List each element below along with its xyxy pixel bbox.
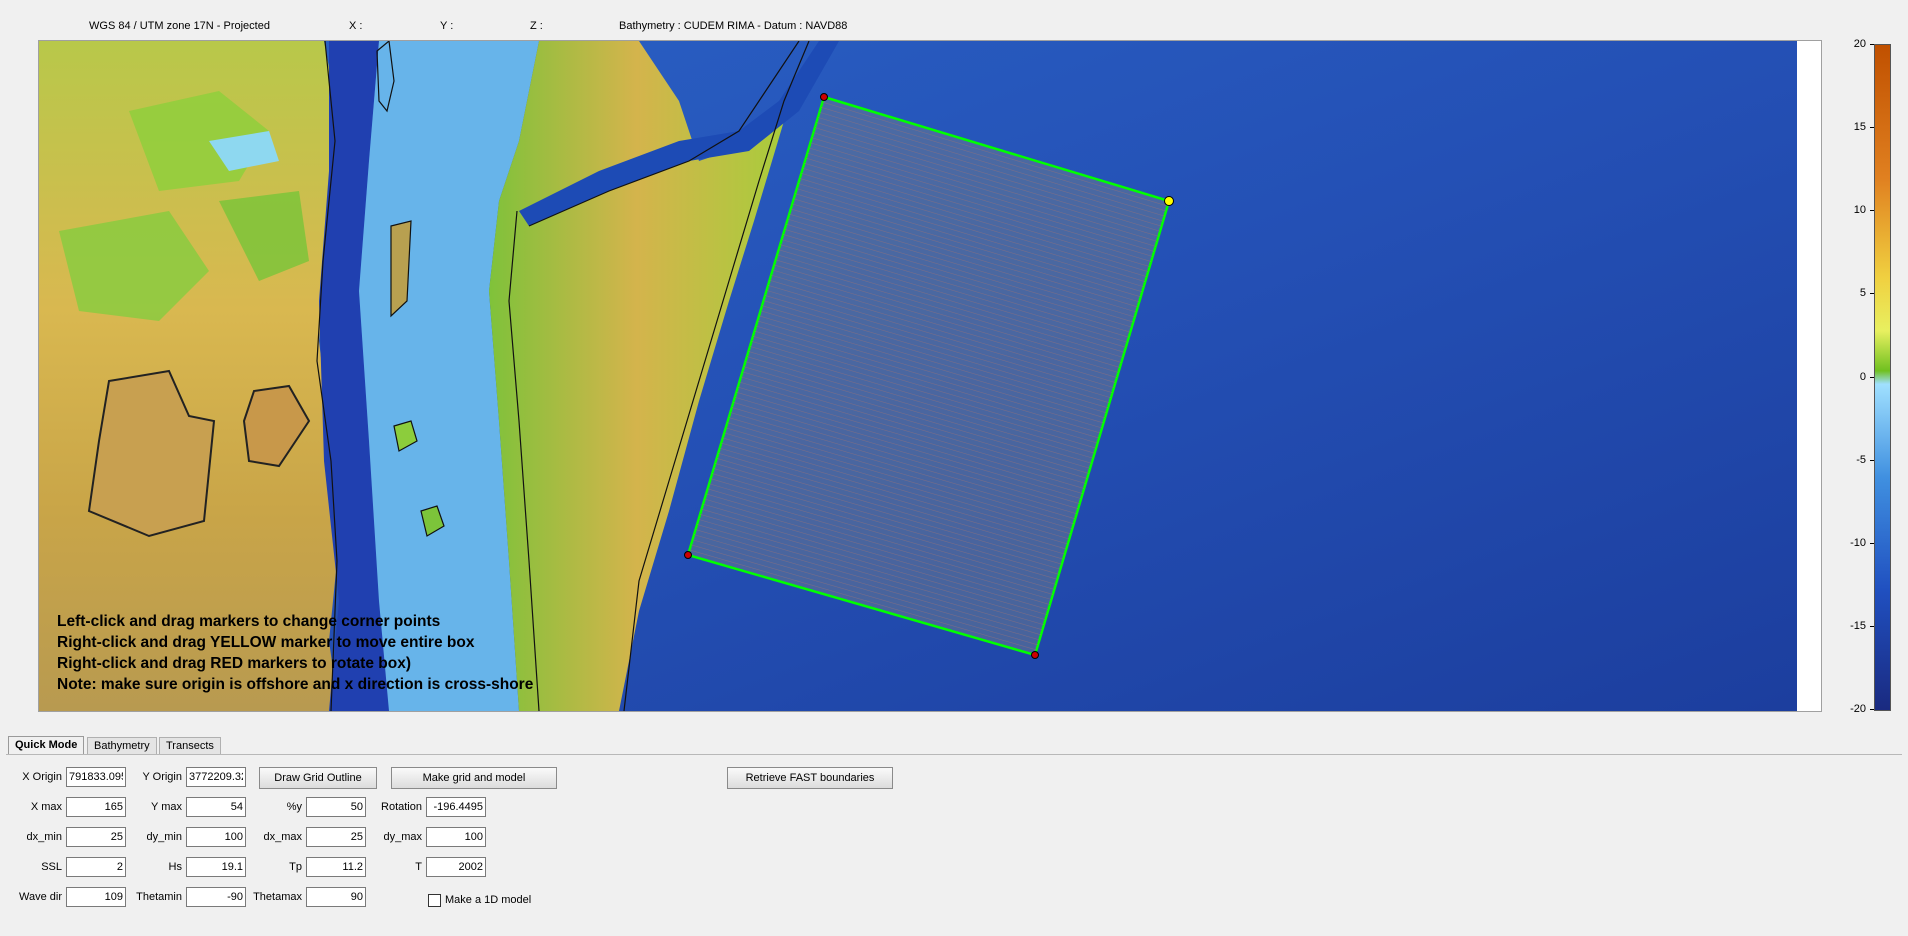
y-origin-input[interactable] (186, 767, 246, 787)
colorbar-tick-mark (1870, 459, 1874, 461)
colorbar-tick-label: 20 (1853, 38, 1866, 50)
t-input[interactable] (426, 857, 486, 877)
colorbar-tick-label: 5 (1859, 287, 1866, 300)
colorbar-tick-label: -10 (1850, 536, 1866, 549)
thetamax-input[interactable] (306, 887, 366, 907)
colorbar-tick-label: -20 (1850, 703, 1866, 715)
x-origin-input[interactable] (66, 767, 126, 787)
colorbar-tick-label: 15 (1853, 121, 1866, 134)
colorbar-tick-mark (1870, 127, 1874, 129)
dy-min-input[interactable] (186, 827, 246, 847)
thetamin-label: Thetamin (136, 891, 182, 903)
make-1d-model-label: Make a 1D model (445, 894, 532, 906)
yellow-origin-marker[interactable] (1164, 196, 1174, 206)
retrieve-fast-boundaries-button[interactable]: Retrieve FAST boundaries (727, 767, 893, 789)
rotation-input[interactable] (426, 797, 486, 817)
wave-dir-input[interactable] (66, 887, 126, 907)
colorbar-tick-mark (1870, 709, 1874, 710)
tab-transects[interactable]: Transects (159, 737, 221, 754)
tp-label: Tp (289, 861, 302, 873)
x-max-input[interactable] (66, 797, 126, 817)
pct-y-input[interactable] (306, 797, 366, 817)
thetamax-label: Thetamax (253, 891, 302, 903)
red-marker-bottom[interactable] (1031, 651, 1039, 659)
colorbar-tick-mark (1870, 44, 1874, 45)
y-coordinate-label: Y : (440, 20, 454, 32)
y-max-input[interactable] (186, 797, 246, 817)
colorbar-tick-mark (1870, 293, 1874, 295)
wave-dir-label: Wave dir (19, 891, 62, 903)
hs-label: Hs (168, 861, 182, 873)
map-canvas[interactable] (39, 41, 1797, 711)
dy-max-label: dy_max (383, 831, 422, 843)
x-max-label: X max (30, 801, 62, 813)
x-coordinate-label: X : (349, 20, 363, 32)
x-origin-label: X Origin (22, 771, 62, 783)
bathymetry-datum-label: Bathymetry : CUDEM RIMA - Datum : NAVD88 (619, 20, 848, 32)
colorbar-tick-label: 10 (1853, 204, 1866, 217)
projection-label: WGS 84 / UTM zone 17N - Projected (89, 20, 270, 32)
colorbar-tick-label: 0 (1859, 370, 1866, 383)
dx-min-label: dx_min (26, 831, 62, 843)
dx-max-input[interactable] (306, 827, 366, 847)
instruction-line: Right-click and drag YELLOW marker to mo… (57, 634, 475, 651)
colorbar-tick-mark (1870, 542, 1874, 544)
dx-max-label: dx_max (263, 831, 302, 843)
make-grid-and-model-button[interactable]: Make grid and model (391, 767, 557, 789)
instruction-line: Left-click and drag markers to change co… (57, 613, 441, 630)
tp-input[interactable] (306, 857, 366, 877)
z-coordinate-label: Z : (530, 20, 543, 32)
colorbar-tick-mark (1870, 625, 1874, 627)
colorbar-tick-label: -5 (1856, 453, 1866, 466)
t-label: T (415, 861, 422, 873)
tab-bathymetry[interactable]: Bathymetry (87, 737, 157, 754)
rotation-label: Rotation (381, 801, 422, 813)
thetamin-input[interactable] (186, 887, 246, 907)
colorbar-tick-mark (1870, 376, 1874, 378)
colorbar-tick-mark (1870, 210, 1874, 212)
dy-max-input[interactable] (426, 827, 486, 847)
red-marker-top[interactable] (820, 93, 828, 101)
instruction-line: Right-click and drag RED markers to rota… (57, 655, 411, 672)
make-1d-model-checkbox[interactable] (428, 894, 441, 907)
ssl-input[interactable] (66, 857, 126, 877)
pct-y-label: %y (286, 801, 302, 813)
tab-quick-mode[interactable]: Quick Mode (8, 736, 85, 755)
y-origin-label: Y Origin (142, 771, 182, 783)
draw-grid-outline-button[interactable]: Draw Grid Outline (259, 767, 377, 789)
dy-min-label: dy_min (146, 831, 182, 843)
colorbar-tick-label: -15 (1850, 619, 1866, 632)
y-max-label: Y max (151, 801, 182, 813)
dx-min-input[interactable] (66, 827, 126, 847)
red-marker-left[interactable] (684, 551, 692, 559)
elevation-colorbar (1874, 44, 1891, 711)
instruction-line: Note: make sure origin is offshore and x… (57, 676, 534, 693)
ssl-label: SSL (41, 861, 62, 873)
hs-input[interactable] (186, 857, 246, 877)
map-view[interactable]: Left-click and drag markers to change co… (38, 40, 1822, 712)
